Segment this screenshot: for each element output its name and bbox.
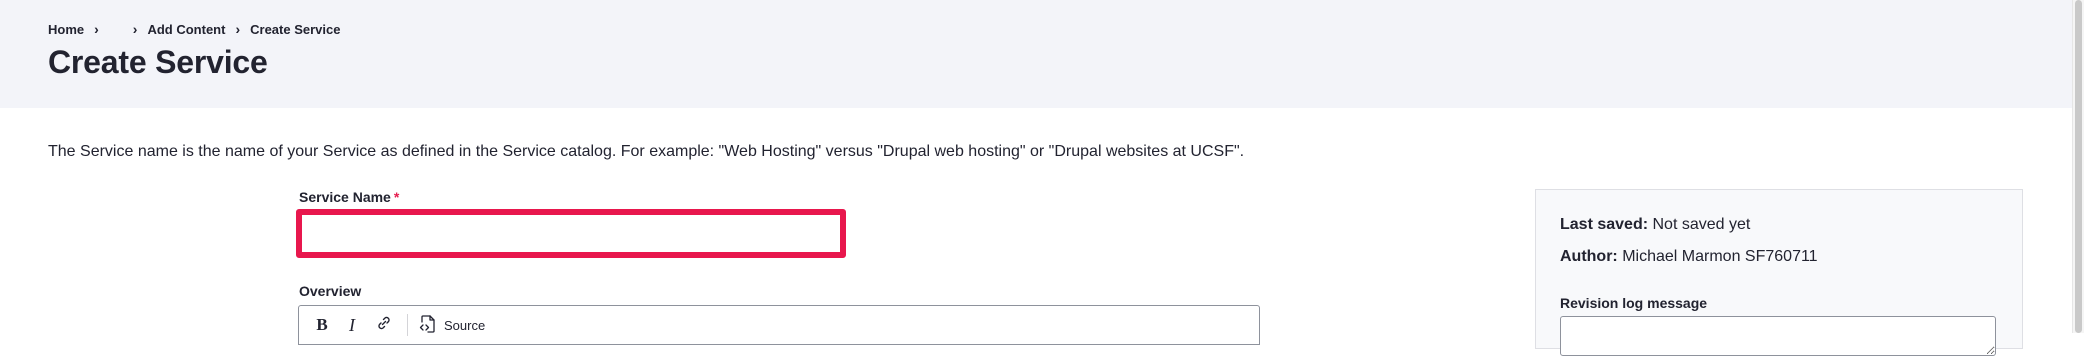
link-icon	[376, 315, 392, 336]
entity-meta-sidebar: Last saved: Not saved yet Author: Michae…	[1535, 189, 2023, 356]
breadcrumb-separator: ›	[132, 21, 138, 37]
breadcrumb-home-link[interactable]: Home	[48, 22, 84, 37]
required-marker: *	[393, 189, 400, 205]
revision-log-textarea[interactable]	[1560, 316, 1996, 356]
revision-log-label: Revision log message	[1560, 295, 1708, 311]
page-header: Home › › Add Content › Create Service Cr…	[0, 0, 2072, 108]
service-name-description: The Service name is the name of your Ser…	[48, 143, 1245, 160]
last-saved: Last saved: Not saved yet	[1560, 216, 1750, 234]
breadcrumb-separator: ›	[235, 21, 241, 37]
scrollbar-thumb[interactable]	[2075, 0, 2082, 333]
overview-editor-toolbar: B I Source	[298, 305, 1260, 345]
overview-label: Overview	[299, 283, 362, 299]
breadcrumb-separator: ›	[94, 21, 99, 37]
bold-button[interactable]: B	[307, 310, 337, 340]
vertical-scrollbar[interactable]	[2072, 0, 2084, 333]
service-name-label-text: Service Name	[299, 189, 391, 205]
link-button[interactable]	[367, 310, 401, 340]
source-icon	[418, 314, 444, 337]
breadcrumb: Home › › Add Content › Create Service	[48, 21, 340, 37]
author-value: Michael Marmon SF760711	[1622, 248, 1818, 265]
service-name-input[interactable]	[296, 209, 846, 258]
italic-button[interactable]: I	[337, 310, 367, 340]
last-saved-value: Not saved yet	[1652, 216, 1751, 233]
breadcrumb-current: Create Service	[250, 21, 341, 37]
source-button[interactable]: Source	[414, 310, 489, 340]
page-title: Create Service	[48, 44, 268, 80]
breadcrumb-add-content-link[interactable]: Add Content	[147, 22, 225, 37]
last-saved-label: Last saved:	[1560, 216, 1649, 233]
author-label: Author:	[1560, 248, 1618, 265]
service-name-label: Service Name *	[299, 189, 399, 205]
author: Author: Michael Marmon SF760711	[1560, 248, 1818, 266]
source-button-label: Source	[444, 317, 486, 333]
